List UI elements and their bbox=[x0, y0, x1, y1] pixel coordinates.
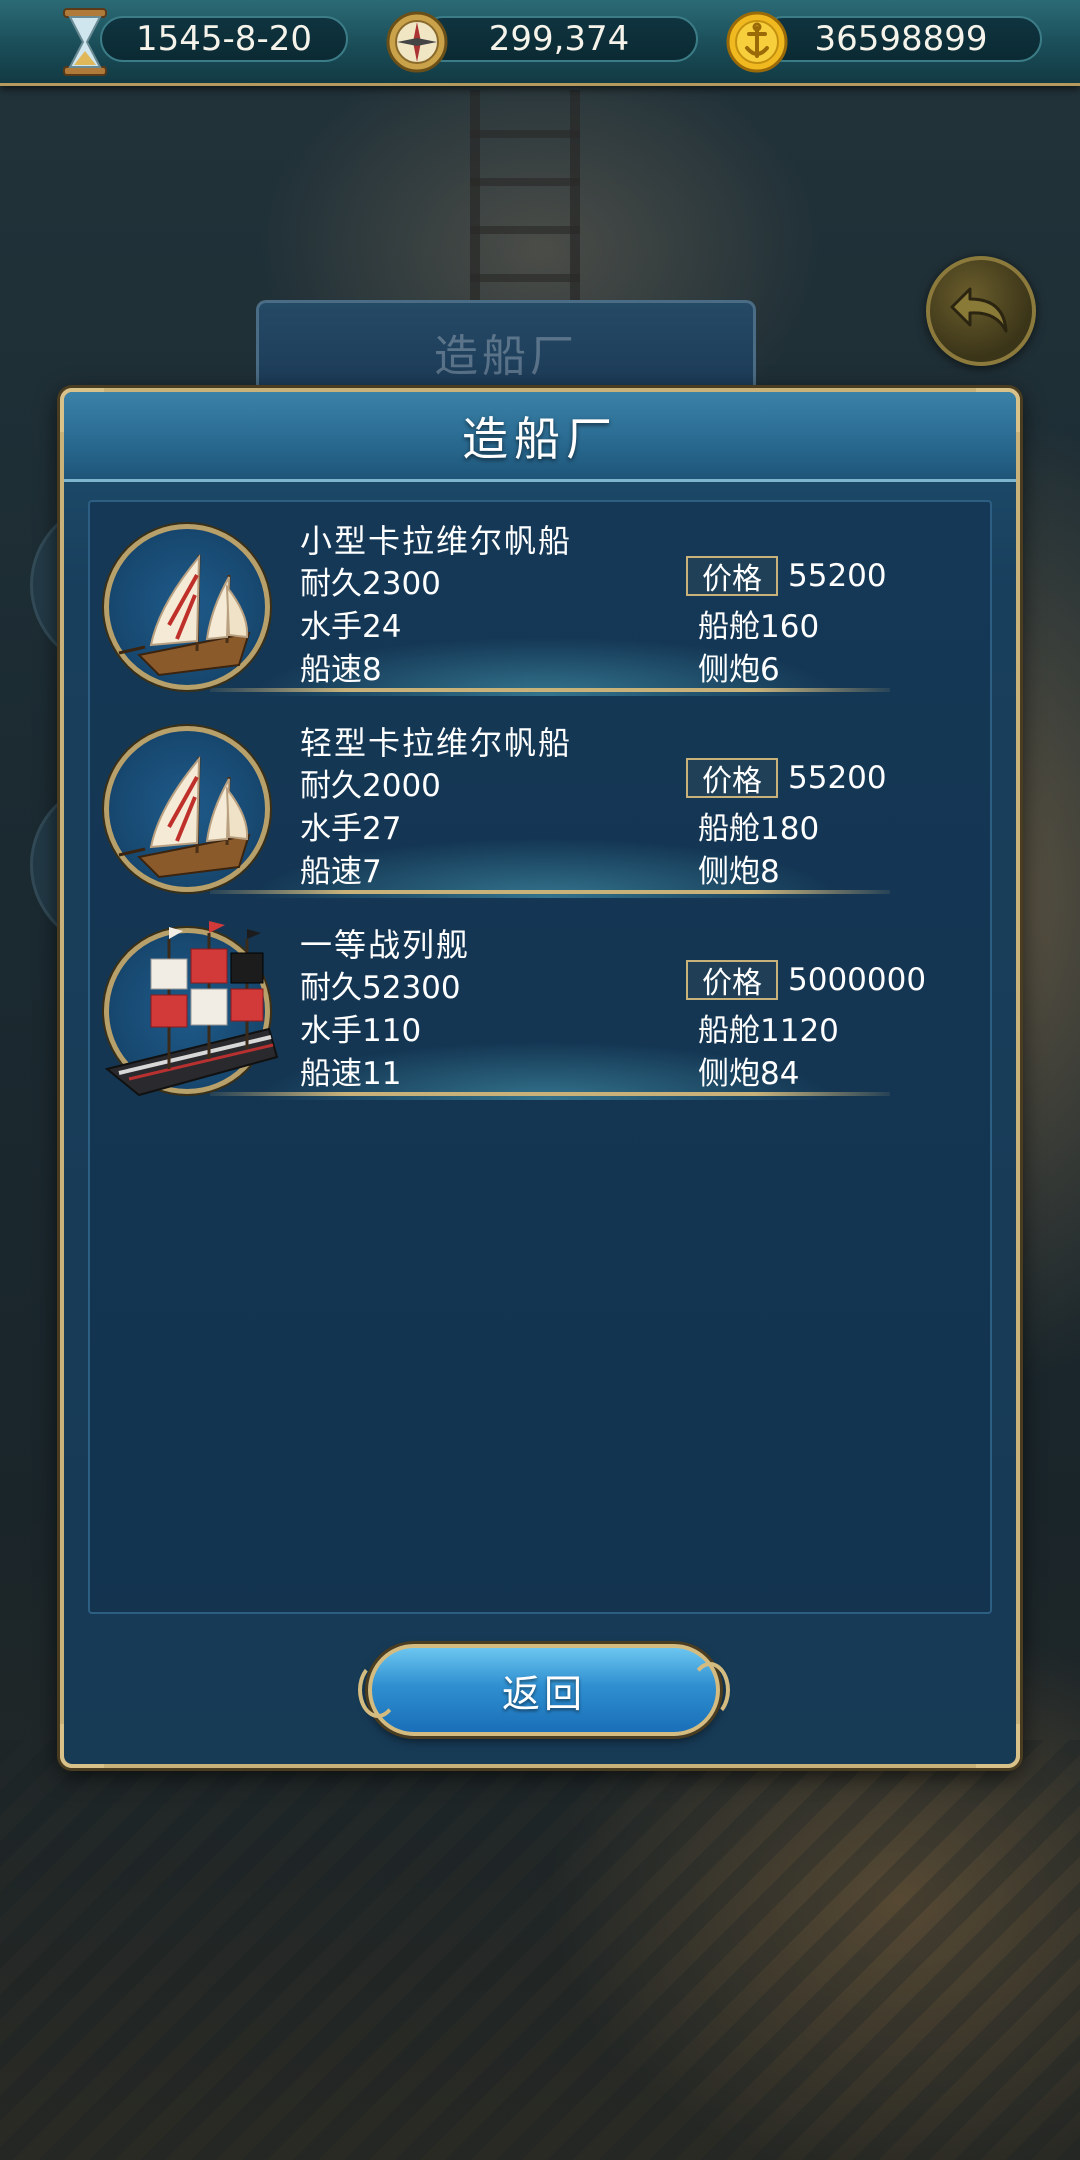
cannons-label: 侧炮 bbox=[698, 1056, 760, 1092]
crew-stat: 水手27 bbox=[300, 803, 401, 848]
crew-label: 水手 bbox=[300, 811, 362, 847]
cabin-stat: 船舱160 bbox=[698, 601, 819, 646]
cannons-value: 6 bbox=[760, 652, 780, 688]
cabin-value: 180 bbox=[760, 811, 820, 847]
shipyard-panel: 造船厂 小型卡拉维尔帆船 耐久2300 水手24 船速8 价格 55200 船舱… bbox=[60, 388, 1020, 1768]
durability-label: 耐久 bbox=[300, 970, 362, 1006]
price-label: 价格 bbox=[686, 556, 778, 597]
ship-name: 一等战列舰 bbox=[300, 926, 471, 964]
compass-icon bbox=[382, 6, 452, 78]
date-value: 1545-8-20 bbox=[136, 19, 312, 59]
speed-stat: 船速8 bbox=[300, 644, 382, 689]
cannons-stat: 侧炮84 bbox=[698, 1048, 799, 1093]
cannons-value: 84 bbox=[760, 1056, 800, 1092]
background-title-tab: 造船厂 bbox=[256, 300, 756, 400]
ship-portrait bbox=[104, 921, 279, 1097]
price-value: 55200 bbox=[788, 558, 887, 594]
durability-label: 耐久 bbox=[300, 768, 362, 804]
speed-label: 船速 bbox=[300, 1056, 362, 1092]
cabin-stat: 船舱1120 bbox=[698, 1005, 839, 1050]
speed-label: 船速 bbox=[300, 854, 362, 890]
cannons-stat: 侧炮6 bbox=[698, 644, 780, 689]
panel-corner-ornament bbox=[60, 1724, 104, 1768]
return-button[interactable]: 返回 bbox=[358, 1644, 730, 1736]
gold-coin-icon bbox=[722, 6, 792, 78]
ship-name: 小型卡拉维尔帆船 bbox=[300, 522, 573, 560]
button-ornament bbox=[358, 1662, 398, 1718]
ship-name: 轻型卡拉维尔帆船 bbox=[300, 724, 573, 762]
cabin-value: 1120 bbox=[760, 1013, 839, 1049]
panel-corner-ornament bbox=[976, 1724, 1020, 1768]
panel-header: 造船厂 bbox=[64, 392, 1016, 482]
cabin-value: 160 bbox=[760, 609, 820, 645]
speed-value: 7 bbox=[362, 854, 382, 890]
button-ornament bbox=[690, 1662, 730, 1718]
durability-value: 2300 bbox=[362, 566, 441, 602]
ship-list-item[interactable]: 一等战列舰 耐久52300 水手110 船速11 价格 5000000 船舱11… bbox=[90, 906, 994, 1102]
crew-label: 水手 bbox=[300, 1013, 362, 1049]
caravel-ship-icon bbox=[118, 554, 251, 677]
ship-list-item[interactable]: 轻型卡拉维尔帆船 耐久2000 水手27 船速7 价格 55200 船舱180 … bbox=[90, 704, 994, 900]
ship-list: 小型卡拉维尔帆船 耐久2300 水手24 船速8 价格 55200 船舱160 … bbox=[88, 500, 992, 1614]
cabin-label: 船舱 bbox=[698, 811, 760, 847]
gold-display: 36598899 bbox=[760, 16, 1042, 62]
crew-label: 水手 bbox=[300, 609, 362, 645]
top-status-bar: 1545-8-20 299,374 36598899 bbox=[0, 0, 1080, 86]
cannons-stat: 侧炮8 bbox=[698, 846, 780, 891]
panel-title: 造船厂 bbox=[462, 411, 618, 466]
cabin-label: 船舱 bbox=[698, 1013, 760, 1049]
cannons-value: 8 bbox=[760, 854, 780, 890]
durability-stat: 耐久52300 bbox=[300, 962, 461, 1007]
ship-portrait bbox=[104, 726, 270, 892]
durability-stat: 耐久2300 bbox=[300, 558, 441, 603]
back-arrow-button[interactable] bbox=[926, 256, 1036, 366]
hourglass-icon bbox=[50, 6, 120, 78]
background-tab-label: 造船厂 bbox=[434, 330, 578, 382]
speed-stat: 船速7 bbox=[300, 846, 382, 891]
durability-value: 52300 bbox=[362, 970, 461, 1006]
crew-value: 110 bbox=[362, 1013, 422, 1049]
back-arrow-icon bbox=[950, 287, 1008, 333]
gold-value: 36598899 bbox=[814, 19, 988, 59]
cannons-label: 侧炮 bbox=[698, 652, 760, 688]
cabin-stat: 船舱180 bbox=[698, 803, 819, 848]
caravel-ship-icon bbox=[118, 756, 251, 879]
speed-value: 8 bbox=[362, 652, 382, 688]
price-label: 价格 bbox=[686, 960, 778, 1001]
speed-label: 船速 bbox=[300, 652, 362, 688]
cabin-label: 船舱 bbox=[698, 609, 760, 645]
price-value: 55200 bbox=[788, 760, 887, 796]
compass-value: 299,374 bbox=[488, 19, 630, 59]
cannons-label: 侧炮 bbox=[698, 854, 760, 890]
ship-portrait bbox=[104, 524, 270, 690]
speed-stat: 船速11 bbox=[300, 1048, 401, 1093]
durability-value: 2000 bbox=[362, 768, 441, 804]
crew-value: 24 bbox=[362, 609, 402, 645]
speed-value: 11 bbox=[362, 1056, 402, 1092]
ship-list-item[interactable]: 小型卡拉维尔帆船 耐久2300 水手24 船速8 价格 55200 船舱160 … bbox=[90, 502, 994, 698]
crew-stat: 水手24 bbox=[300, 601, 401, 646]
crew-value: 27 bbox=[362, 811, 402, 847]
durability-label: 耐久 bbox=[300, 566, 362, 602]
return-button-label: 返回 bbox=[501, 1671, 586, 1716]
crew-stat: 水手110 bbox=[300, 1005, 421, 1050]
price-value: 5000000 bbox=[788, 962, 927, 998]
background-texture bbox=[0, 1740, 1080, 2160]
price-label: 价格 bbox=[686, 758, 778, 799]
date-display: 1545-8-20 bbox=[100, 16, 348, 62]
durability-stat: 耐久2000 bbox=[300, 760, 441, 805]
compass-display: 299,374 bbox=[420, 16, 698, 62]
warship-icon bbox=[104, 921, 279, 1097]
